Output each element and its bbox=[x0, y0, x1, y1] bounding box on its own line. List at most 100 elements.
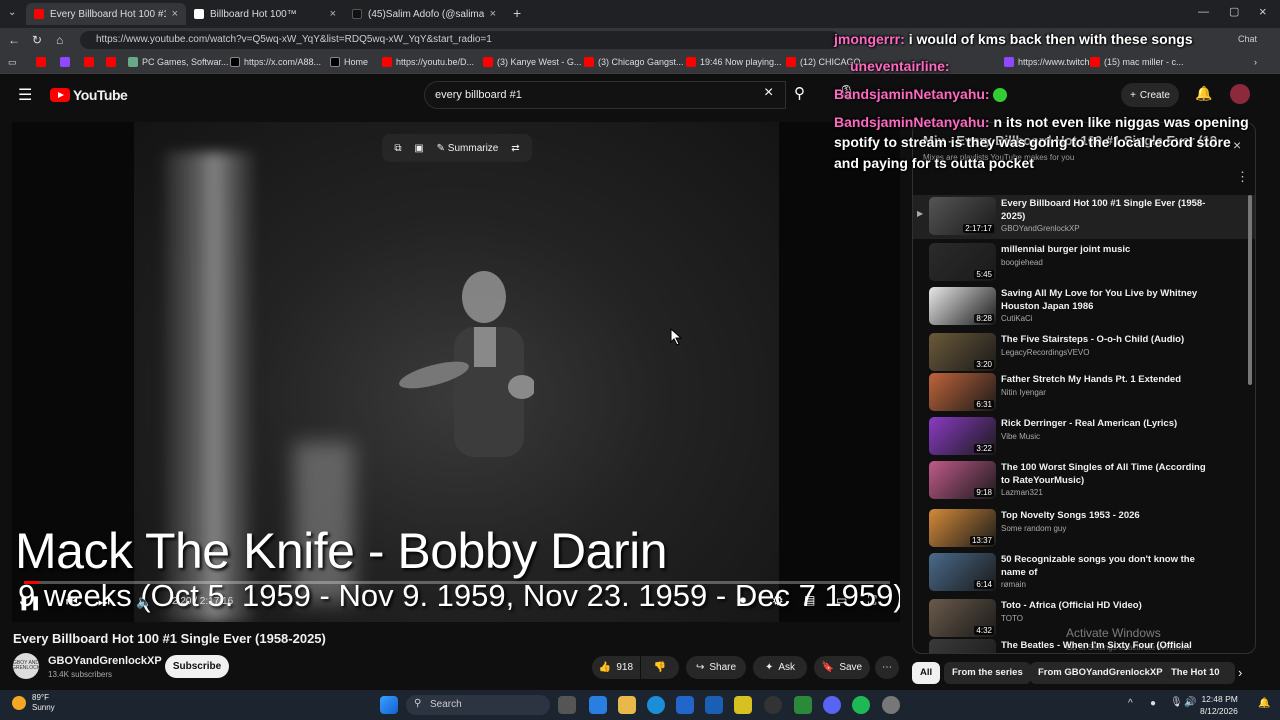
thumbnail[interactable]: 13:37 bbox=[929, 509, 996, 547]
minimize-icon[interactable]: — bbox=[1198, 6, 1209, 18]
thumbnail[interactable]: 9:18 bbox=[929, 461, 996, 499]
back-icon[interactable]: ← bbox=[8, 33, 20, 47]
bookmark-item[interactable]: https://youtu.be/D... bbox=[382, 57, 474, 67]
copilot-icon[interactable] bbox=[589, 696, 607, 714]
chevron-right-icon[interactable]: › bbox=[1238, 665, 1242, 680]
taskbar-search[interactable]: ⚲ Search bbox=[406, 695, 550, 715]
excel-icon[interactable] bbox=[794, 696, 812, 714]
theater-mode-icon[interactable]: ▭ bbox=[836, 593, 847, 607]
settings-icon[interactable] bbox=[882, 696, 900, 714]
previous-icon[interactable]: ⏮ bbox=[66, 594, 78, 610]
playlist-item[interactable]: 9:18 The 100 Worst Singles of All Time (A… bbox=[913, 459, 1255, 503]
bookmark-youtube-icon[interactable] bbox=[84, 57, 94, 67]
bookmark-youtube-icon[interactable] bbox=[106, 57, 116, 67]
tab-youtube-billboard[interactable]: Every Billboard Hot 100 #1 Si × bbox=[26, 3, 186, 25]
discord-icon[interactable] bbox=[823, 696, 841, 714]
scrollbar[interactable] bbox=[1248, 195, 1252, 385]
close-playlist-icon[interactable]: × bbox=[1233, 137, 1241, 153]
bookmark-item[interactable]: (3) Kanye West - G... bbox=[483, 57, 581, 67]
thumbnail[interactable]: 5:45 bbox=[929, 243, 996, 281]
thumbnail[interactable]: 8:28 bbox=[929, 287, 996, 325]
save-button[interactable]: 🔖 Save bbox=[814, 656, 870, 679]
playlist-item[interactable]: 6:14 50 Recognizable songs you don't know… bbox=[913, 551, 1255, 595]
sidebar-toggle-icon[interactable]: ▭ bbox=[8, 57, 17, 68]
spotify-icon[interactable] bbox=[852, 696, 870, 714]
volume-icon[interactable]: 🔈 bbox=[136, 594, 152, 610]
playlist-item[interactable]: 3:22 Rick Derringer - Real American (Lyri… bbox=[913, 415, 1255, 459]
bookmark-item[interactable]: https://x.com/A88... bbox=[230, 57, 321, 67]
thumbnail[interactable]: 3:20 bbox=[929, 333, 996, 371]
bookmark-item[interactable]: https://www.twitch... bbox=[1004, 57, 1097, 67]
autoplay-toggle-icon[interactable]: ⏺ bbox=[740, 593, 746, 608]
url-input[interactable]: https://www.youtube.com/watch?v=Q5wq-xW_… bbox=[80, 31, 840, 49]
pip-icon[interactable]: ▣ bbox=[414, 143, 423, 154]
playlist-item[interactable]: ▶ 2:17:17 Every Billboard Hot 100 #1 Singl… bbox=[913, 195, 1255, 239]
more-bookmarks-icon[interactable]: › bbox=[1254, 57, 1257, 67]
microphone-icon[interactable]: 🎙 bbox=[1170, 697, 1183, 708]
video-player[interactable]: ⧉ ▣ ✎ Summarize ⇄ Mack The Knife - Bobby… bbox=[12, 122, 900, 622]
settings-gear-icon[interactable]: ⚙ bbox=[772, 593, 784, 609]
playlist-item[interactable]: 3:20 The Five Stairsteps - O-o-h Child (A… bbox=[913, 331, 1255, 375]
window-close-icon[interactable]: × bbox=[1259, 4, 1267, 19]
search-input[interactable]: every billboard #1 bbox=[424, 81, 786, 109]
summarize-button[interactable]: ✎ Summarize bbox=[437, 143, 499, 154]
youtube-logo[interactable]: YouTube bbox=[50, 87, 128, 103]
playlist-item[interactable]: 13:37 Top Novelty Songs 1953 - 2026 Some r… bbox=[913, 507, 1255, 551]
reload-icon[interactable]: ↻ bbox=[32, 33, 42, 47]
bookmark-youtube-icon[interactable] bbox=[36, 57, 46, 67]
chat-label[interactable]: Chat bbox=[1238, 34, 1257, 44]
playlist-item[interactable]: 6:31 Father Stretch My Hands Pt. 1 Extend… bbox=[913, 371, 1255, 415]
close-icon[interactable]: × bbox=[490, 8, 496, 20]
weather-widget[interactable]: 89°F Sunny bbox=[12, 693, 55, 713]
more-vertical-icon[interactable]: ⋮ bbox=[1236, 169, 1249, 185]
more-actions-button[interactable]: ⋯ bbox=[875, 656, 899, 679]
miniplayer-icon[interactable]: ⧉ bbox=[394, 143, 401, 154]
translate-icon[interactable]: ⇄ bbox=[511, 143, 519, 154]
close-icon[interactable]: × bbox=[330, 8, 336, 20]
store-icon[interactable] bbox=[676, 696, 694, 714]
system-clock[interactable]: 12:48 PM 8/12/2026 bbox=[1200, 693, 1238, 717]
bookmark-item[interactable]: PC Games, Softwar... bbox=[128, 57, 229, 67]
chip-from-series[interactable]: From the series bbox=[944, 662, 1031, 684]
thumbnail[interactable]: 6:14 bbox=[929, 553, 996, 591]
create-button[interactable]: + Create bbox=[1121, 83, 1179, 107]
bookmark-item[interactable]: (15) mac miller - c... bbox=[1090, 57, 1184, 67]
file-explorer-icon[interactable] bbox=[618, 696, 636, 714]
windows-start-icon[interactable] bbox=[380, 696, 398, 714]
maximize-icon[interactable]: ▢ bbox=[1229, 5, 1239, 18]
tray-app-icon[interactable]: ● bbox=[1150, 698, 1156, 709]
thumbnail[interactable]: 4:32 bbox=[929, 599, 996, 637]
clear-search-icon[interactable]: × bbox=[764, 84, 773, 102]
tray-chevron-icon[interactable]: ^ bbox=[1128, 698, 1133, 709]
chip-hot-100[interactable]: The Hot 10 bbox=[1163, 662, 1235, 684]
fullscreen-icon[interactable]: ⛶ bbox=[868, 593, 876, 608]
bookmark-item[interactable]: 19:46 Now playing... bbox=[686, 57, 782, 67]
menu-icon[interactable]: ☰ bbox=[18, 85, 32, 105]
subscribe-button[interactable]: Subscribe bbox=[165, 655, 229, 678]
playlist-item[interactable]: 5:45 millennial burger joint music boogieh… bbox=[913, 241, 1255, 285]
close-icon[interactable]: × bbox=[172, 8, 178, 20]
thumbnail[interactable]: 6:31 bbox=[929, 373, 996, 411]
tab-list-chevron-icon[interactable]: ⌄ bbox=[8, 7, 16, 18]
thumbnail[interactable]: 2:17:17 bbox=[929, 197, 996, 235]
next-icon[interactable]: ⏭ bbox=[98, 594, 110, 610]
progress-bar[interactable] bbox=[24, 581, 890, 584]
like-button[interactable]: 👍 918 bbox=[592, 656, 640, 679]
notifications-bell-icon[interactable]: 🔔 bbox=[1195, 85, 1212, 102]
search-icon[interactable]: ⚲ bbox=[794, 84, 805, 102]
channel-avatar[interactable]: GBOY AND GRENLOCK bbox=[12, 653, 40, 679]
ask-button[interactable]: ✦ Ask bbox=[753, 656, 807, 679]
channel-name[interactable]: GBOYandGrenlockXP bbox=[48, 655, 162, 667]
outlook-icon[interactable] bbox=[705, 696, 723, 714]
chip-all[interactable]: All bbox=[912, 662, 941, 684]
thumbnail[interactable]: 3:22 bbox=[929, 417, 996, 455]
volume-tray-icon[interactable]: 🔊 bbox=[1184, 697, 1196, 708]
home-icon[interactable]: ⌂ bbox=[56, 33, 63, 47]
bookmark-twitch-icon[interactable] bbox=[60, 57, 70, 67]
bookmark-item[interactable]: Home bbox=[330, 57, 368, 67]
tab-billboard-hot100[interactable]: Billboard Hot 100™ × bbox=[186, 3, 344, 25]
subtitles-icon[interactable]: ▤ bbox=[804, 593, 815, 607]
notification-icon[interactable]: 🔔 bbox=[1258, 698, 1270, 709]
new-tab-icon[interactable]: + bbox=[513, 5, 521, 21]
share-button[interactable]: ↪ Share bbox=[686, 656, 746, 679]
